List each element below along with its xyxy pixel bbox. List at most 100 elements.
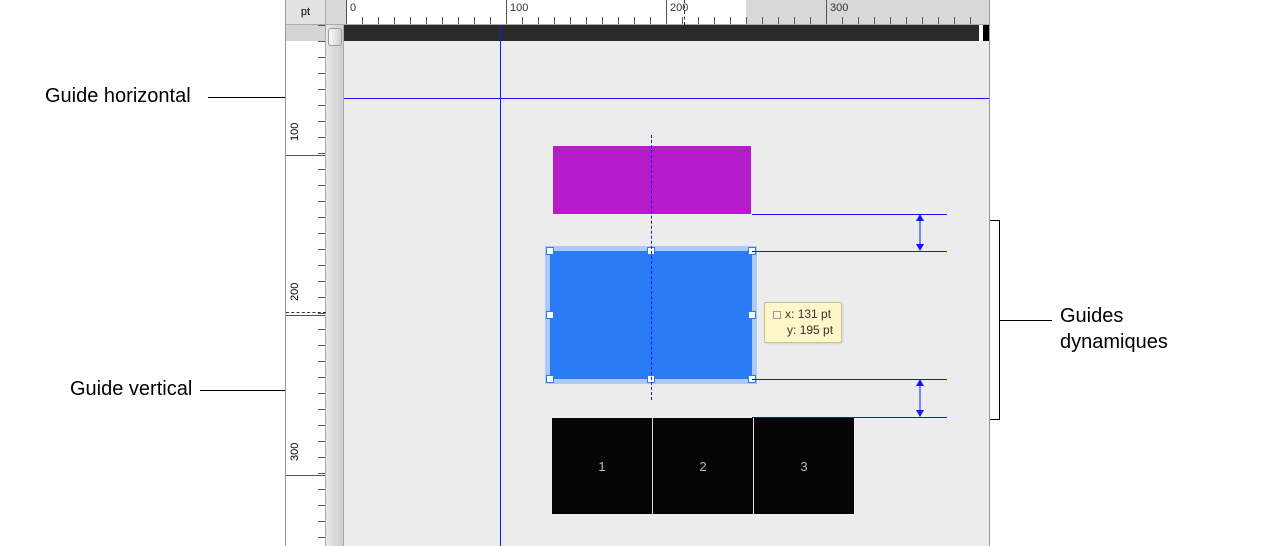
ruler-h-minor-tick <box>426 17 427 25</box>
label-guides-dynamic-line2: dynamiques <box>1060 331 1168 354</box>
editor-panel: pt 0 100 200 300 100 200 300 <box>285 0 990 546</box>
ruler-h-minor-tick <box>618 17 619 25</box>
shape-black-group[interactable]: 1 2 3 <box>552 418 854 514</box>
dynamic-guide-center-v <box>651 135 652 400</box>
ruler-h-tick-300: 300 <box>830 2 848 14</box>
ruler-v-minor-tick <box>318 409 326 410</box>
ruler-h-tick-200: 200 <box>670 2 688 14</box>
ruler-v-minor-tick <box>318 105 326 106</box>
ruler-h-minor-tick <box>810 17 811 25</box>
gap-arrow-top <box>913 214 923 251</box>
ruler-v-minor-tick <box>318 281 326 282</box>
ruler-v-minor-tick <box>318 393 326 394</box>
ruler-v-minor-tick <box>318 537 326 538</box>
ruler-h-minor-tick <box>682 17 683 25</box>
black-cell-2[interactable]: 2 <box>653 418 754 514</box>
ruler-v-minor-tick <box>318 441 326 442</box>
scroll-thumb[interactable] <box>328 28 342 46</box>
ruler-h-minor-tick <box>378 17 379 25</box>
ruler-horizontal[interactable]: 0 100 200 300 <box>326 0 989 25</box>
ruler-v-minor-tick <box>318 89 326 90</box>
ruler-v-minor-tick <box>318 521 326 522</box>
ruler-h-minor-tick <box>458 17 459 25</box>
tooltip-y-label: y: <box>787 323 796 337</box>
ruler-h-minor-tick <box>970 17 971 25</box>
ruler-h-minor-tick <box>938 17 939 25</box>
ruler-h-minor-tick <box>762 17 763 25</box>
ruler-h-minor-tick <box>602 17 603 25</box>
ruler-h-minor-tick <box>714 17 715 25</box>
tooltip-anchor-icon <box>773 311 781 319</box>
guide-vertical-line[interactable] <box>500 25 501 546</box>
document-tab-bar <box>344 25 989 41</box>
label-guide-horizontal: Guide horizontal <box>45 85 191 108</box>
ruler-v-minor-tick <box>318 185 326 186</box>
ruler-v-minor-tick <box>318 361 326 362</box>
guide-horizontal-line[interactable] <box>344 98 989 99</box>
ruler-v-minor-tick <box>318 121 326 122</box>
canvas-area[interactable]: x: 131 pt y: 195 pt 1 2 3 <box>344 25 989 546</box>
ruler-h-minor-tick <box>778 17 779 25</box>
tooltip-y-value: 195 pt <box>800 323 833 337</box>
ruler-h-minor-tick <box>410 17 411 25</box>
ruler-v-minor-tick <box>318 153 326 154</box>
label-guides-dynamic-line1: Guides <box>1060 305 1123 328</box>
ruler-h-minor-tick <box>922 17 923 25</box>
ruler-v-cursor-mark <box>286 312 326 313</box>
ruler-v-minor-tick <box>318 217 326 218</box>
ruler-v-tick-200: 200 <box>289 271 301 301</box>
ruler-v-minor-tick <box>318 265 326 266</box>
ruler-v-minor-tick <box>318 377 326 378</box>
ruler-v-minor-tick <box>318 457 326 458</box>
ruler-v-minor-tick <box>318 73 326 74</box>
tooltip-x-value: 131 pt <box>798 307 831 321</box>
handle-e[interactable] <box>748 311 756 319</box>
shape-purple-rect[interactable] <box>553 146 751 214</box>
handle-sw[interactable] <box>546 375 554 383</box>
ruler-v-tick-100: 100 <box>289 111 301 141</box>
ruler-vertical[interactable]: 100 200 300 <box>286 25 326 546</box>
ruler-v-minor-tick <box>318 505 326 506</box>
ruler-h-minor-tick <box>858 17 859 25</box>
tooltip-x-label: x: <box>785 307 794 321</box>
ruler-v-minor-tick <box>318 201 326 202</box>
ruler-h-minor-tick <box>554 17 555 25</box>
ruler-h-minor-tick <box>650 17 651 25</box>
ruler-v-minor-tick <box>318 329 326 330</box>
ruler-v-minor-tick <box>318 473 326 474</box>
ruler-h-minor-tick <box>746 17 747 25</box>
black-cell-1[interactable]: 1 <box>552 418 653 514</box>
ruler-unit-box[interactable]: pt <box>286 0 326 25</box>
ruler-h-minor-tick <box>522 17 523 25</box>
ruler-v-minor-tick <box>318 313 326 314</box>
dynamic-guide-top-gap-b <box>752 251 947 252</box>
ruler-h-tick-100: 100 <box>510 2 528 14</box>
ruler-h-minor-tick <box>874 17 875 25</box>
ruler-h-minor-tick <box>490 17 491 25</box>
ruler-h-cursor-mark <box>684 0 685 25</box>
ruler-v-minor-tick <box>318 345 326 346</box>
handle-w[interactable] <box>546 311 554 319</box>
ruler-v-minor-tick <box>318 297 326 298</box>
ruler-h-minor-tick <box>362 17 363 25</box>
ruler-v-minor-tick <box>318 41 326 42</box>
handle-nw[interactable] <box>546 247 554 255</box>
ruler-h-minor-tick <box>730 17 731 25</box>
vertical-scrollbar[interactable] <box>326 25 344 546</box>
leader-guides-dynamic <box>1000 320 1052 321</box>
gap-arrow-bottom <box>913 379 923 417</box>
ruler-h-minor-tick <box>954 17 955 25</box>
ruler-h-minor-tick <box>442 17 443 25</box>
ruler-v-minor-tick <box>318 489 326 490</box>
ruler-h-minor-tick <box>794 17 795 25</box>
ruler-h-minor-tick <box>906 17 907 25</box>
ruler-v-minor-tick <box>318 137 326 138</box>
ruler-h-minor-tick <box>698 17 699 25</box>
black-cell-3[interactable]: 3 <box>754 418 854 514</box>
ruler-h-minor-tick <box>538 17 539 25</box>
ruler-h-minor-tick <box>890 17 891 25</box>
ruler-h-minor-tick <box>570 17 571 25</box>
ruler-h-minor-tick <box>634 17 635 25</box>
label-guide-vertical: Guide vertical <box>70 378 192 401</box>
ruler-v-minor-tick <box>318 249 326 250</box>
